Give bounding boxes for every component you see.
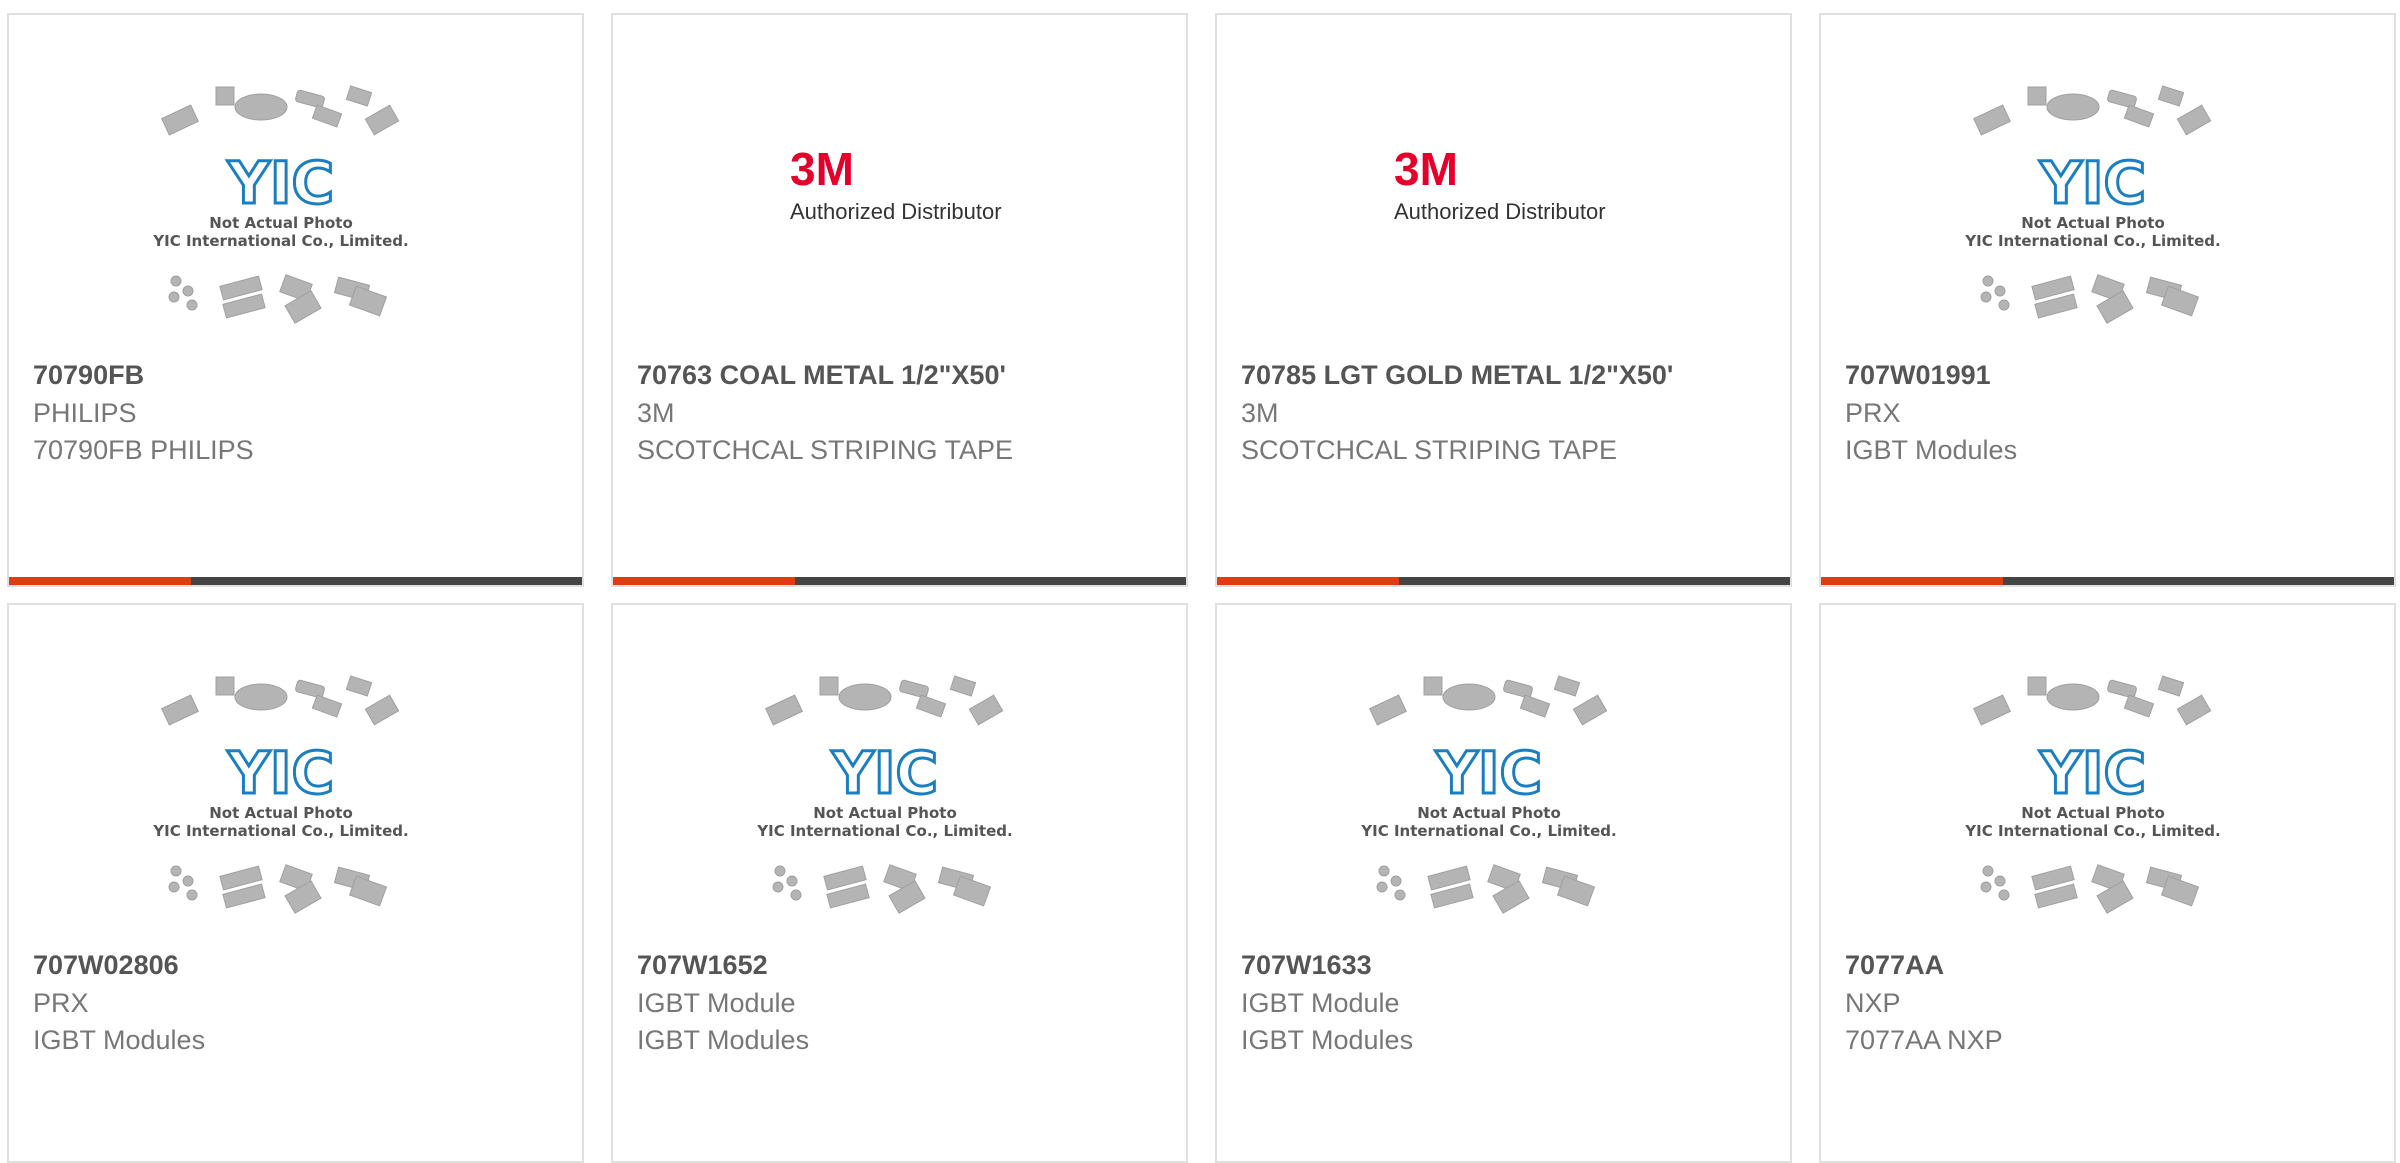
yic-placeholder-graphic: YIC Not Actual Photo YIC International C… xyxy=(756,675,1012,914)
authorized-distributor-caption: Authorized Distributor xyxy=(790,199,1002,224)
product-card[interactable]: YIC Not Actual Photo YIC International C… xyxy=(611,603,1188,1163)
product-card[interactable]: YIC Not Actual Photo YIC International C… xyxy=(7,13,584,587)
product-card[interactable]: YIC Not Actual Photo YIC International C… xyxy=(1819,603,2396,1163)
card-bottom-bar-accent xyxy=(9,577,191,585)
yic-logo: YIC xyxy=(226,149,333,217)
company-caption: YIC International Co., Limited. xyxy=(1360,822,1616,840)
product-title[interactable]: 70785 LGT GOLD METAL 1/2"X50' xyxy=(1241,360,1673,391)
product-card[interactable]: YIC Not Actual Photo YIC International C… xyxy=(1215,603,1792,1163)
product-image-placeholder: 3M Authorized Distributor xyxy=(613,15,1186,355)
yic-placeholder-graphic: YIC Not Actual Photo YIC International C… xyxy=(152,85,408,324)
product-description: 7077AA NXP xyxy=(1845,1025,2003,1055)
3m-logo: 3M xyxy=(790,143,854,195)
company-caption: YIC International Co., Limited. xyxy=(1964,232,2220,250)
product-manufacturer: NXP xyxy=(1845,988,1901,1018)
yic-logo: YIC xyxy=(830,739,937,807)
product-manufacturer: PRX xyxy=(33,988,89,1018)
product-manufacturer: 3M xyxy=(1241,398,1279,428)
yic-placeholder-graphic: YIC Not Actual Photo YIC International C… xyxy=(1964,675,2220,914)
product-manufacturer: IGBT Module xyxy=(1241,988,1400,1018)
yic-placeholder-graphic: YIC Not Actual Photo YIC International C… xyxy=(1964,85,2220,324)
3m-logo: 3M xyxy=(1394,143,1458,195)
product-title[interactable]: 70790FB xyxy=(33,360,144,391)
product-description: IGBT Modules xyxy=(33,1025,206,1055)
not-actual-photo-caption: Not Actual Photo xyxy=(1417,804,1561,822)
card-bottom-bar-accent xyxy=(1217,577,1399,585)
product-description: SCOTCHCAL STRIPING TAPE xyxy=(1241,435,1618,465)
product-card[interactable]: 3M Authorized Distributor 70785 LGT GOLD… xyxy=(1215,13,1792,587)
yic-placeholder-graphic: YIC Not Actual Photo YIC International C… xyxy=(1360,675,1616,914)
yic-placeholder-graphic: YIC Not Actual Photo YIC International C… xyxy=(152,675,408,914)
product-manufacturer: 3M xyxy=(637,398,675,428)
product-card[interactable]: YIC Not Actual Photo YIC International C… xyxy=(7,603,584,1163)
yic-logo: YIC xyxy=(2038,739,2145,807)
3m-placeholder-graphic: 3M Authorized Distributor xyxy=(790,143,1002,224)
product-title[interactable]: 70763 COAL METAL 1/2"X50' xyxy=(637,360,1006,391)
product-description: IGBT Modules xyxy=(1241,1025,1414,1055)
product-card[interactable]: 3M Authorized Distributor 70763 COAL MET… xyxy=(611,13,1188,587)
product-card[interactable]: YIC Not Actual Photo YIC International C… xyxy=(1819,13,2396,587)
not-actual-photo-caption: Not Actual Photo xyxy=(2021,804,2165,822)
card-bottom-bar xyxy=(1821,577,2394,585)
not-actual-photo-caption: Not Actual Photo xyxy=(209,804,353,822)
product-image-placeholder: YIC Not Actual Photo YIC International C… xyxy=(1821,605,2394,945)
product-description: 70790FB PHILIPS xyxy=(33,435,254,465)
product-image-placeholder: YIC Not Actual Photo YIC International C… xyxy=(613,605,1186,945)
product-manufacturer: IGBT Module xyxy=(637,988,796,1018)
product-title[interactable]: 707W01991 xyxy=(1845,360,1991,391)
company-caption: YIC International Co., Limited. xyxy=(756,822,1012,840)
product-title[interactable]: 707W02806 xyxy=(33,950,179,981)
product-manufacturer: PHILIPS xyxy=(33,398,137,428)
not-actual-photo-caption: Not Actual Photo xyxy=(209,214,353,232)
card-bottom-bar-accent xyxy=(1821,577,2003,585)
product-image-placeholder: YIC Not Actual Photo YIC International C… xyxy=(1217,605,1790,945)
card-bottom-bar xyxy=(613,577,1186,585)
product-title[interactable]: 707W1652 xyxy=(637,950,768,981)
company-caption: YIC International Co., Limited. xyxy=(152,232,408,250)
not-actual-photo-caption: Not Actual Photo xyxy=(2021,214,2165,232)
product-image-placeholder: 3M Authorized Distributor xyxy=(1217,15,1790,355)
company-caption: YIC International Co., Limited. xyxy=(1964,822,2220,840)
card-bottom-bar xyxy=(1217,577,1790,585)
card-bottom-bar-accent xyxy=(613,577,795,585)
yic-logo: YIC xyxy=(2038,149,2145,217)
product-image-placeholder: YIC Not Actual Photo YIC International C… xyxy=(9,605,582,945)
company-caption: YIC International Co., Limited. xyxy=(152,822,408,840)
product-manufacturer: PRX xyxy=(1845,398,1901,428)
product-image-placeholder: YIC Not Actual Photo YIC International C… xyxy=(1821,15,2394,355)
product-grid: YIC Not Actual Photo YIC International C… xyxy=(0,0,2400,1163)
product-title[interactable]: 707W1633 xyxy=(1241,950,1372,981)
card-bottom-bar xyxy=(9,577,582,585)
product-image-placeholder: YIC Not Actual Photo YIC International C… xyxy=(9,15,582,355)
3m-placeholder-graphic: 3M Authorized Distributor xyxy=(1394,143,1606,224)
product-description: IGBT Modules xyxy=(1845,435,2018,465)
yic-logo: YIC xyxy=(1434,739,1541,807)
not-actual-photo-caption: Not Actual Photo xyxy=(813,804,957,822)
product-title[interactable]: 7077AA xyxy=(1845,950,1944,981)
yic-logo: YIC xyxy=(226,739,333,807)
product-description: SCOTCHCAL STRIPING TAPE xyxy=(637,435,1014,465)
authorized-distributor-caption: Authorized Distributor xyxy=(1394,199,1606,224)
product-description: IGBT Modules xyxy=(637,1025,810,1055)
